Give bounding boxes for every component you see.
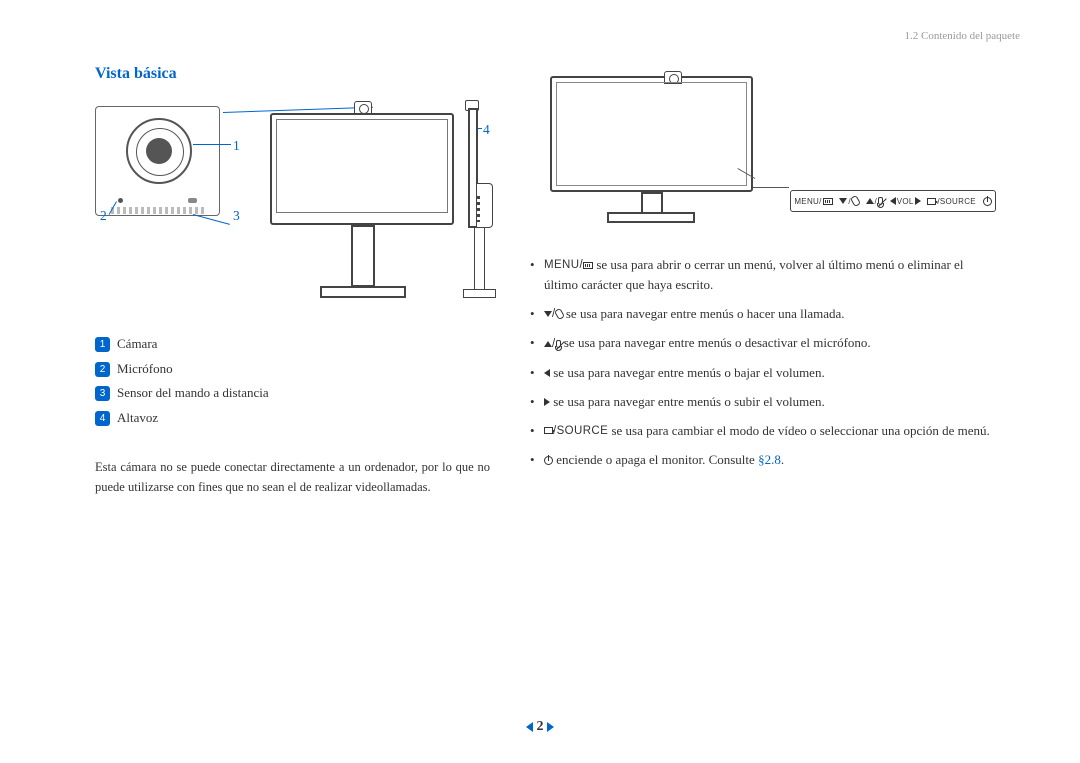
legend-item: 3 Sensor del mando a distancia	[95, 381, 490, 406]
legend-label: Altavoz	[117, 406, 158, 431]
source-icon	[544, 427, 553, 434]
bullet-up-mic: / se usa para navegar entre menús o desa…	[530, 333, 1000, 353]
stand-base-icon	[320, 286, 406, 298]
bullet-power: enciende o apaga el monitor. Consulte §2…	[530, 450, 1000, 470]
next-page-button[interactable]	[547, 722, 554, 732]
triangle-left-icon	[890, 197, 896, 205]
power-icon	[544, 456, 553, 465]
source-icon	[927, 198, 936, 205]
bullet-source: /SOURCE se usa para cambiar el modo de v…	[530, 421, 1000, 441]
cross-reference-link[interactable]: §2.8	[758, 452, 781, 467]
callout-number-1: 1	[233, 138, 240, 154]
power-symbol	[544, 454, 553, 466]
strip-down: /	[839, 196, 859, 206]
bullet-menu: MENU/ se usa para abrir o cerrar un menú…	[530, 255, 1000, 295]
side-buttons-icon	[476, 196, 480, 222]
back-camera-icon	[664, 71, 682, 84]
right-column: MENU/ / / VOL /SOURCE MENU/ se usa para …	[530, 70, 1000, 479]
legend-item: 2 Micrófono	[95, 357, 490, 382]
legend-badge: 3	[95, 386, 110, 401]
bullet-down-call: / se usa para navegar entre menús o hace…	[530, 304, 1000, 324]
keyboard-icon	[823, 198, 833, 205]
legend-badge: 2	[95, 362, 110, 377]
breadcrumb: 1.2 Contenido del paquete	[905, 30, 1020, 42]
triangle-right-icon	[915, 197, 921, 205]
legend-label: Sensor del mando a distancia	[117, 381, 269, 406]
back-neck-icon	[641, 192, 663, 214]
leader-line	[193, 144, 231, 145]
callout-number-4: 4	[483, 122, 490, 138]
strip-vol: VOL	[890, 197, 921, 206]
triangle-up-icon	[544, 341, 552, 347]
legend-list: 1 Cámara 2 Micrófono 3 Sensor del mando …	[95, 332, 490, 431]
legend-label: Micrófono	[117, 357, 173, 382]
strip-power	[983, 197, 992, 206]
figure-button-strip: MENU/ / / VOL /SOURCE	[530, 70, 990, 245]
figure-basic-view: 1 2 3 4	[95, 90, 490, 320]
source-symbol: /SOURCE	[544, 425, 608, 437]
back-base-icon	[607, 212, 695, 223]
bullet-left-vol: se usa para navegar entre menús o bajar …	[530, 363, 1000, 383]
keyboard-icon	[583, 262, 593, 269]
left-column: 1 2 3 4 1 Cámara 2 Micrófono 3 Se	[95, 90, 490, 497]
mic-off-icon	[556, 340, 561, 348]
callout-number-3: 3	[233, 208, 240, 224]
callout-number-2: 2	[100, 208, 107, 224]
up-mic-symbol: /	[544, 338, 561, 350]
microphone-hole-icon	[118, 198, 123, 203]
page-number: 2	[537, 719, 544, 734]
speaker-grill-icon	[111, 207, 204, 214]
triangle-down-icon	[544, 311, 552, 317]
prev-page-button[interactable]	[526, 722, 533, 732]
legend-item: 4 Altavoz	[95, 406, 490, 431]
button-descriptions: MENU/ se usa para abrir o cerrar un menú…	[530, 255, 1000, 470]
legend-item: 1 Cámara	[95, 332, 490, 357]
bullet-suffix: .	[781, 452, 784, 467]
pager: 2	[0, 719, 1080, 735]
section-title: Vista básica	[95, 65, 177, 83]
ir-sensor-icon	[188, 198, 197, 203]
monitor-back-icon	[550, 76, 753, 192]
camera-note: Esta cámara no se puede conectar directa…	[95, 457, 490, 497]
menu-symbol: MENU/	[544, 259, 593, 271]
button-strip: MENU/ / / VOL /SOURCE	[790, 190, 996, 212]
power-icon	[983, 197, 992, 206]
camera-closeup-box	[95, 106, 220, 216]
triangle-down-icon	[839, 198, 847, 204]
legend-label: Cámara	[117, 332, 157, 357]
legend-badge: 1	[95, 337, 110, 352]
leader-line	[753, 187, 789, 188]
camera-lens-icon	[126, 118, 192, 184]
strip-source: /SOURCE	[927, 197, 976, 206]
legend-badge: 4	[95, 411, 110, 426]
side-neck-icon	[474, 227, 485, 290]
monitor-front-icon	[270, 113, 454, 225]
phone-icon	[850, 195, 861, 207]
bullet-right-vol: se usa para navegar entre menús o subir …	[530, 392, 1000, 412]
side-base-icon	[463, 289, 496, 298]
mic-off-icon	[878, 197, 883, 205]
strip-menu: MENU/	[794, 197, 832, 206]
triangle-up-icon	[866, 198, 874, 204]
down-call-symbol: /	[544, 308, 563, 320]
stand-neck-icon	[351, 225, 375, 287]
strip-up: /	[866, 197, 884, 206]
